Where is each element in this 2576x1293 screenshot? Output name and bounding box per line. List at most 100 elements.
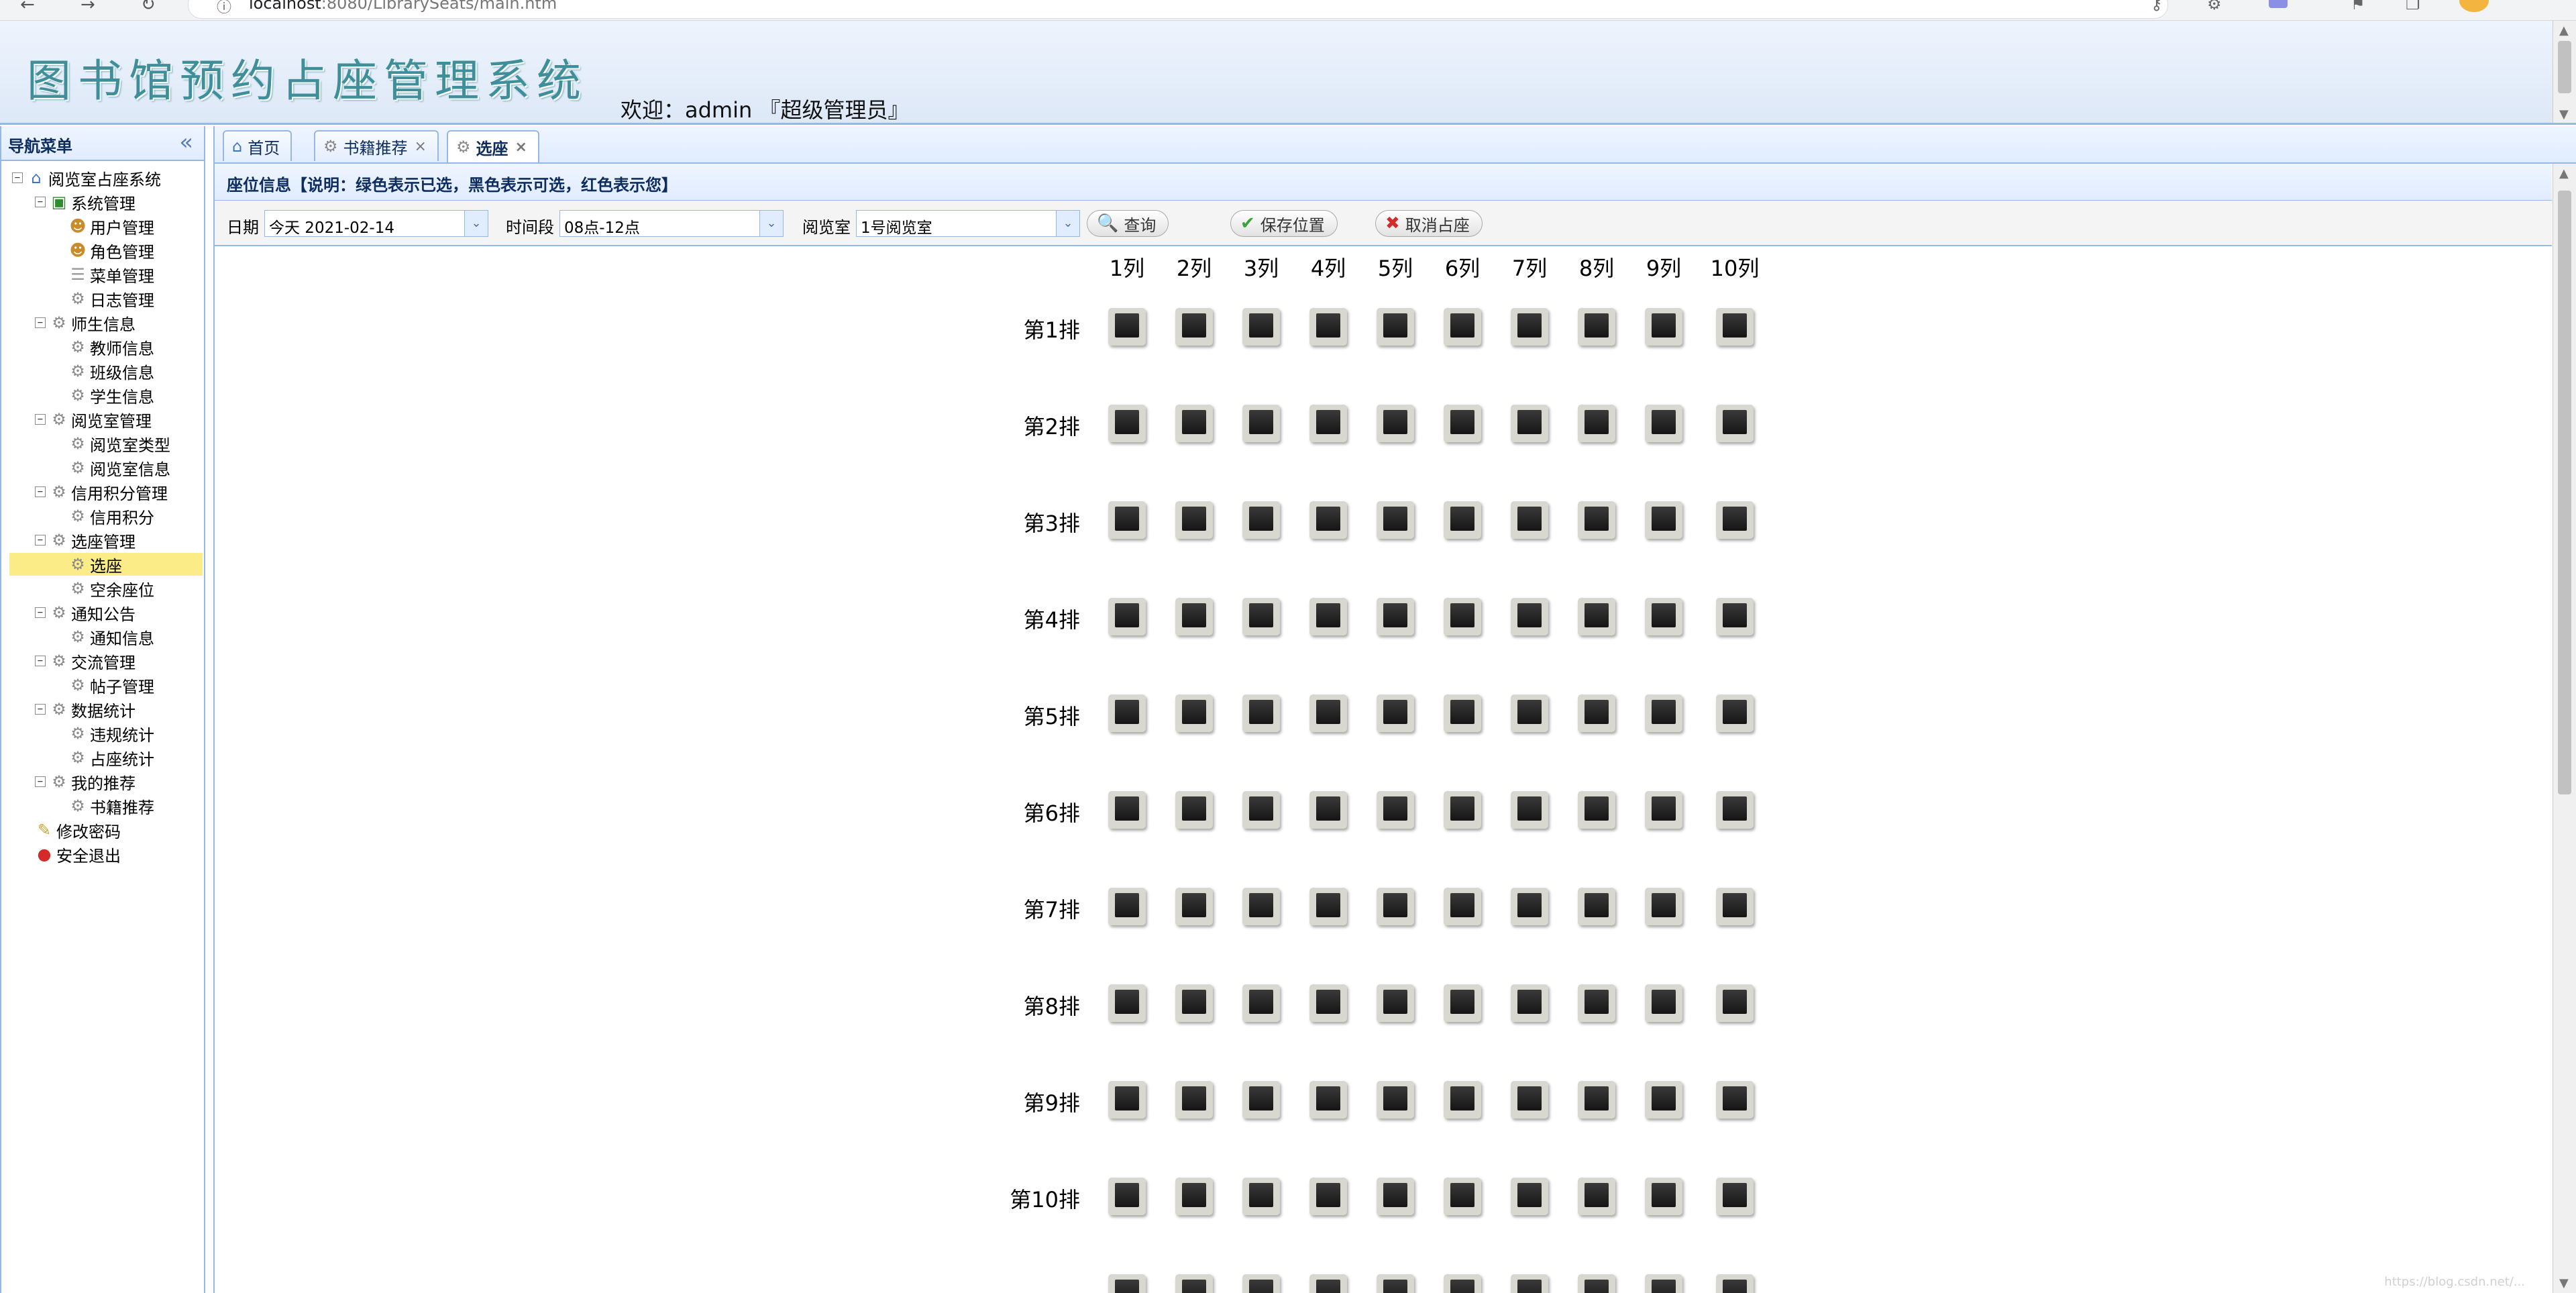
tree-collapse-icon[interactable]: −: [12, 172, 23, 183]
seat-checkbox[interactable]: [1309, 1274, 1347, 1293]
seat-checkbox[interactable]: [1444, 1081, 1481, 1119]
seat-checkbox[interactable]: [1175, 308, 1213, 346]
tree-collapse-icon[interactable]: −: [35, 414, 46, 425]
seat-checkbox[interactable]: [1444, 405, 1481, 442]
seat-checkbox[interactable]: [1645, 984, 1682, 1022]
seat-checkbox[interactable]: [1175, 1274, 1213, 1293]
seat-checkbox[interactable]: [1578, 694, 1615, 732]
seat-checkbox[interactable]: [1444, 1274, 1481, 1293]
sidebar-item[interactable]: − ⚙ 我的推荐: [1, 770, 203, 793]
seat-checkbox[interactable]: [1377, 791, 1414, 829]
sidebar-item[interactable]: ⚙ 日志管理: [1, 287, 203, 310]
seat-checkbox[interactable]: [1175, 501, 1213, 539]
seat-checkbox[interactable]: [1444, 888, 1481, 925]
period-select[interactable]: 08点-12点 ⌄: [559, 210, 784, 237]
seat-checkbox[interactable]: [1309, 1178, 1347, 1215]
tab-1[interactable]: ⚙ 书籍推荐 ×: [314, 130, 439, 161]
header-scrollbar[interactable]: ▲ ▼: [2553, 21, 2576, 123]
seat-checkbox[interactable]: [1309, 598, 1347, 635]
seat-checkbox[interactable]: [1309, 1081, 1347, 1119]
seat-checkbox[interactable]: [1511, 888, 1548, 925]
seat-checkbox[interactable]: [1377, 1274, 1414, 1293]
seat-checkbox[interactable]: [1511, 984, 1548, 1022]
sidebar-item[interactable]: ⚙ 阅览室类型: [1, 432, 203, 455]
seat-checkbox[interactable]: [1309, 308, 1347, 346]
close-icon[interactable]: ×: [515, 139, 527, 156]
sidebar-item[interactable]: − ⚙ 阅览室管理: [1, 408, 203, 431]
seat-checkbox[interactable]: [1511, 1178, 1548, 1215]
seat-checkbox[interactable]: [1645, 1274, 1682, 1293]
tab-0[interactable]: ⌂ 首页: [223, 130, 292, 161]
seat-checkbox[interactable]: [1309, 984, 1347, 1022]
collapse-icon[interactable]: «: [179, 129, 193, 156]
seat-checkbox[interactable]: [1578, 1178, 1615, 1215]
seat-checkbox[interactable]: [1645, 598, 1682, 635]
save-seat-button[interactable]: ✔ 保存位置: [1230, 210, 1338, 237]
tree-collapse-icon[interactable]: −: [35, 486, 46, 497]
seat-checkbox[interactable]: [1108, 694, 1146, 732]
seat-checkbox[interactable]: [1578, 1081, 1615, 1119]
sidebar-item[interactable]: − ⚙ 师生信息: [1, 311, 203, 334]
seat-checkbox[interactable]: [1444, 694, 1481, 732]
sidebar-item[interactable]: − ⚙ 数据统计: [1, 698, 203, 721]
date-select[interactable]: 今天 2021-02-14 ⌄: [264, 210, 488, 237]
sidebar-item[interactable]: ⚙ 违规统计: [1, 722, 203, 745]
sidebar-item[interactable]: ⚙ 书籍推荐: [1, 794, 203, 817]
tree-collapse-icon[interactable]: −: [35, 317, 46, 328]
seat-checkbox[interactable]: [1377, 308, 1414, 346]
seat-checkbox[interactable]: [1716, 1274, 1754, 1293]
seat-checkbox[interactable]: [1511, 694, 1548, 732]
seat-checkbox[interactable]: [1175, 1178, 1213, 1215]
seat-checkbox[interactable]: [1377, 1081, 1414, 1119]
sidebar-item[interactable]: ⚙ 学生信息: [1, 384, 203, 407]
seat-checkbox[interactable]: [1716, 888, 1754, 925]
seat-checkbox[interactable]: [1645, 791, 1682, 829]
seat-checkbox[interactable]: [1511, 1274, 1548, 1293]
tree-collapse-icon[interactable]: −: [35, 704, 46, 715]
tree-collapse-icon[interactable]: −: [35, 776, 46, 787]
seat-checkbox[interactable]: [1444, 791, 1481, 829]
sidebar-item[interactable]: ⚙ 教师信息: [1, 335, 203, 358]
sidebar-item[interactable]: ⚙ 空余座位: [1, 577, 203, 600]
seat-checkbox[interactable]: [1108, 308, 1146, 346]
seat-checkbox[interactable]: [1645, 1081, 1682, 1119]
sidebar-item[interactable]: ⚙ 占座统计: [1, 746, 203, 769]
seat-checkbox[interactable]: [1716, 501, 1754, 539]
sidebar-item[interactable]: − ⌂ 阅览室占座系统: [1, 166, 203, 189]
seat-checkbox[interactable]: [1108, 984, 1146, 1022]
seat-checkbox[interactable]: [1716, 405, 1754, 442]
sidebar-item[interactable]: ⚙ 班级信息: [1, 360, 203, 382]
seat-checkbox[interactable]: [1444, 984, 1481, 1022]
seat-checkbox[interactable]: [1444, 501, 1481, 539]
bookmark-icon[interactable]: ⚑: [2351, 0, 2365, 13]
seat-checkbox[interactable]: [1309, 405, 1347, 442]
seat-checkbox[interactable]: [1175, 598, 1213, 635]
seat-checkbox[interactable]: [1578, 888, 1615, 925]
seat-checkbox[interactable]: [1511, 791, 1548, 829]
seat-checkbox[interactable]: [1309, 501, 1347, 539]
sidebar-item[interactable]: ● 安全退出: [1, 843, 203, 866]
sidebar-item[interactable]: − ▣ 系统管理: [1, 191, 203, 213]
address-bar[interactable]: ⓘ localhost:8080/LibrarySeats/main.htm: [188, 0, 2168, 19]
seat-checkbox[interactable]: [1377, 598, 1414, 635]
scroll-thumb[interactable]: [2558, 191, 2571, 794]
seat-checkbox[interactable]: [1242, 501, 1280, 539]
seat-checkbox[interactable]: [1175, 791, 1213, 829]
tree-collapse-icon[interactable]: −: [35, 656, 46, 666]
sidebar-item[interactable]: ☻ 用户管理: [1, 215, 203, 238]
close-icon[interactable]: ×: [415, 138, 427, 155]
seat-checkbox[interactable]: [1108, 1274, 1146, 1293]
seat-checkbox[interactable]: [1578, 1274, 1615, 1293]
scroll-thumb[interactable]: [2558, 41, 2571, 93]
seat-checkbox[interactable]: [1511, 308, 1548, 346]
scroll-up-arrow-icon[interactable]: ▲: [2559, 23, 2569, 38]
cancel-seat-button[interactable]: ✖ 取消占座: [1375, 210, 1483, 237]
seat-checkbox[interactable]: [1175, 405, 1213, 442]
seat-checkbox[interactable]: [1511, 1081, 1548, 1119]
seat-checkbox[interactable]: [1578, 598, 1615, 635]
seat-checkbox[interactable]: [1242, 694, 1280, 732]
room-select[interactable]: 1号阅览室 ⌄: [856, 210, 1080, 237]
seat-checkbox[interactable]: [1108, 1178, 1146, 1215]
seat-checkbox[interactable]: [1108, 791, 1146, 829]
seat-checkbox[interactable]: [1578, 791, 1615, 829]
